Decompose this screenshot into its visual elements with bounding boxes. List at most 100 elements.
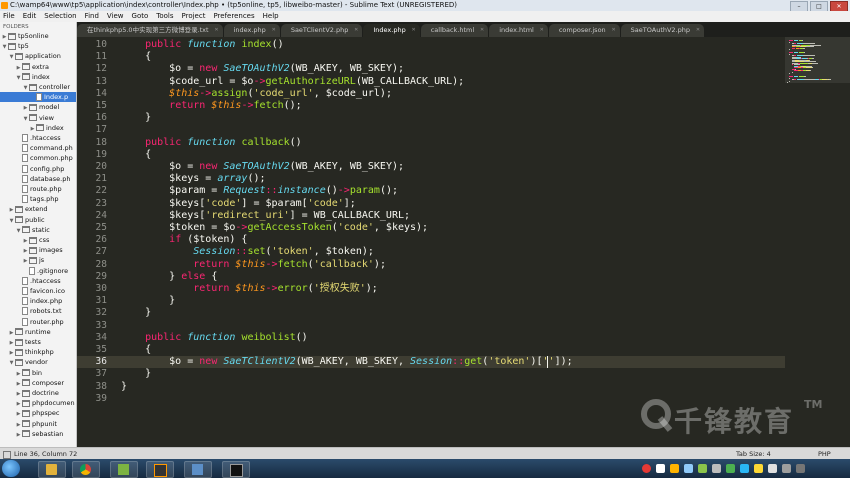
sidebar-file[interactable]: database.ph <box>0 174 76 184</box>
tray-lang-icon[interactable] <box>656 464 665 473</box>
sidebar-folder[interactable]: ▶ js <box>0 255 76 265</box>
sidebar-file[interactable]: tags.php <box>0 194 76 204</box>
code-line[interactable]: return $this->error('授权失败'); <box>121 283 378 295</box>
taskbar-chrome-icon[interactable] <box>72 461 100 478</box>
tab--thinkphp5-0-txt[interactable]: 在thinkphp5.0中实现第三方微博登录.txt ✕ <box>77 24 223 37</box>
sidebar-file[interactable]: .htaccess <box>0 276 76 286</box>
tab-saetoauthv2-php[interactable]: SaeTOAuthV2.php ✕ <box>620 24 705 37</box>
sidebar-folder[interactable]: ▶ model <box>0 102 76 112</box>
code-line[interactable]: return $this->fetch(); <box>121 100 301 112</box>
code-line[interactable]: public function index() <box>121 39 284 51</box>
taskbar-sublime-icon[interactable] <box>146 461 174 478</box>
sidebar-folder[interactable]: ▶ composer <box>0 378 76 388</box>
menu-selection[interactable]: Selection <box>41 11 81 22</box>
sidebar-folder[interactable]: ▶ thinkphp <box>0 347 76 357</box>
tray-app5-icon[interactable] <box>740 464 749 473</box>
code-line[interactable]: $keys['code'] = $param['code']; <box>121 198 356 210</box>
tab-close-icon[interactable]: ✕ <box>480 24 484 37</box>
menu-view[interactable]: View <box>104 11 129 22</box>
sidebar-file[interactable]: config.php <box>0 164 76 174</box>
tray-flag-icon[interactable] <box>796 464 805 473</box>
taskbar-explorer-icon[interactable] <box>38 461 66 478</box>
sidebar-folder[interactable]: ▼ view <box>0 113 76 123</box>
tab-close-icon[interactable]: ✕ <box>540 24 544 37</box>
menu-preferences[interactable]: Preferences <box>210 11 259 22</box>
tab-index-html[interactable]: index.html ✕ <box>489 24 548 37</box>
sidebar-folder[interactable]: ▶ bin <box>0 368 76 378</box>
sidebar-file[interactable]: .htaccess <box>0 133 76 143</box>
menu-tools[interactable]: Tools <box>153 11 178 22</box>
tray-app6-icon[interactable] <box>754 464 763 473</box>
sidebar-file[interactable]: index.php <box>0 296 76 306</box>
sidebar-folder[interactable]: ▶ tp5online <box>0 31 76 41</box>
sidebar-folder[interactable]: ▶ images <box>0 245 76 255</box>
sidebar-folder[interactable]: ▼ static <box>0 225 76 235</box>
tray-ime-icon[interactable] <box>642 464 651 473</box>
tab-close-icon[interactable]: ✕ <box>354 24 358 37</box>
code-editor[interactable]: 10 11 12 13 14 15 16 17 18 19 20 21 22 23 24 25 26 27 28 29… <box>77 37 785 447</box>
code-line[interactable]: } else { <box>121 271 217 283</box>
sidebar-file[interactable]: favicon.ico <box>0 286 76 296</box>
sidebar-folder[interactable]: ▶ runtime <box>0 327 76 337</box>
code-line[interactable]: public function weibolist() <box>121 332 308 344</box>
code-line[interactable]: $param = Request::instance()->param(); <box>121 185 398 197</box>
code-line[interactable]: if ($token) { <box>121 234 247 246</box>
panel-toggle-icon[interactable] <box>3 451 11 459</box>
code-line[interactable]: $keys['redirect_uri'] = WB_CALLBACK_URL; <box>121 210 410 222</box>
sidebar-folder[interactable]: ▼ controller <box>0 82 76 92</box>
menu-help[interactable]: Help <box>260 11 284 22</box>
tab-close-icon[interactable]: ✕ <box>272 24 276 37</box>
sidebar-file[interactable]: router.php <box>0 317 76 327</box>
code-line[interactable]: $token = $o->getAccessToken('code', $key… <box>121 222 428 234</box>
sidebar-file[interactable]: route.php <box>0 184 76 194</box>
code-line[interactable]: } <box>121 368 151 380</box>
code-line[interactable]: Session::set('token', $token); <box>121 246 374 258</box>
tab-composer-json[interactable]: composer.json ✕ <box>548 24 620 37</box>
sidebar-file[interactable]: .gitignore <box>0 266 76 276</box>
tray-app-icon[interactable] <box>670 464 679 473</box>
sidebar-folder[interactable]: ▼ public <box>0 215 76 225</box>
taskbar-remote-icon[interactable] <box>184 461 212 478</box>
sidebar-folder[interactable]: ▶ tests <box>0 337 76 347</box>
menu-goto[interactable]: Goto <box>129 11 154 22</box>
code-line[interactable]: $code_url = $o->getAuthorizeURL(WB_CALLB… <box>121 76 464 88</box>
sidebar-folder[interactable]: ▶ doctrine <box>0 388 76 398</box>
disclosure-closed-icon[interactable]: ▶ <box>15 430 22 440</box>
sidebar-folder[interactable]: ▼ index <box>0 72 76 82</box>
sidebar-folder[interactable]: ▼ application <box>0 51 76 61</box>
code-line[interactable]: } <box>121 307 151 319</box>
tray-volume-icon[interactable] <box>782 464 791 473</box>
sidebar-folder[interactable]: ▶ css <box>0 235 76 245</box>
code-line[interactable]: public function callback() <box>121 137 302 149</box>
taskbar-editor-icon[interactable] <box>110 461 138 478</box>
sidebar-folder[interactable]: ▶ index <box>0 123 76 133</box>
code-line[interactable]: } <box>121 295 175 307</box>
tab-close-icon[interactable]: ✕ <box>696 24 700 37</box>
menu-project[interactable]: Project <box>179 11 211 22</box>
code-line[interactable]: { <box>121 344 151 356</box>
sidebar-folder[interactable]: ▶ extra <box>0 62 76 72</box>
code-line[interactable]: { <box>121 51 151 63</box>
taskbar-terminal-icon[interactable] <box>222 461 250 478</box>
tab-callback-html[interactable]: callback.html ✕ <box>420 24 489 37</box>
tab-close-icon[interactable]: ✕ <box>214 24 218 37</box>
tray-app4-icon[interactable] <box>726 464 735 473</box>
sidebar-file[interactable]: command.ph <box>0 143 76 153</box>
tab-close-icon[interactable]: ✕ <box>412 24 416 37</box>
sidebar-folder[interactable]: ▼ vendor <box>0 357 76 367</box>
code-line[interactable]: return $this->fetch('callback'); <box>121 259 386 271</box>
tray-keyboard-icon[interactable] <box>684 464 693 473</box>
tab-saetclientv2-php[interactable]: SaeTClientV2.php ✕ <box>280 24 363 37</box>
sidebar-file[interactable]: Index.p <box>0 92 76 103</box>
menu-edit[interactable]: Edit <box>20 11 42 22</box>
code-line[interactable]: } <box>121 381 127 393</box>
sidebar-folder[interactable]: ▶ sebastian <box>0 429 76 440</box>
code-line[interactable]: { <box>121 149 151 161</box>
minimap[interactable] <box>785 37 850 447</box>
tray-app3-icon[interactable] <box>712 464 721 473</box>
code-line[interactable]: $o = new SaeTClientV2(WB_AKEY, WB_SKEY, … <box>121 356 572 368</box>
menu-find[interactable]: Find <box>82 11 104 22</box>
start-button-icon[interactable] <box>2 460 20 477</box>
sidebar-file[interactable]: common.php <box>0 153 76 163</box>
code-line[interactable]: $o = new SaeTOAuthV2(WB_AKEY, WB_SKEY); <box>121 63 404 75</box>
